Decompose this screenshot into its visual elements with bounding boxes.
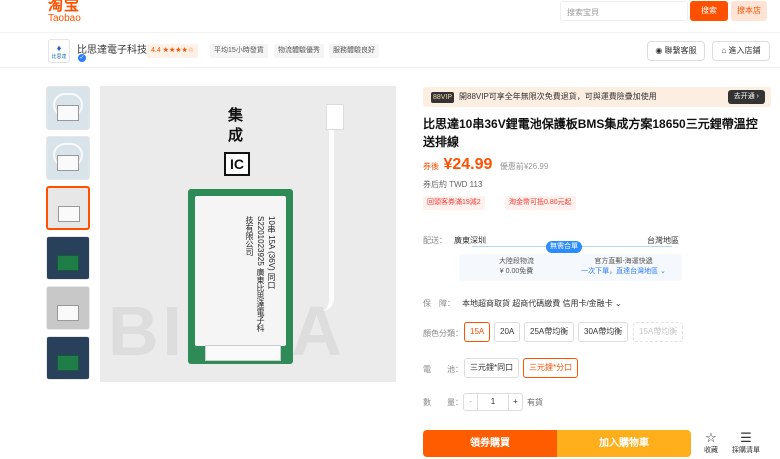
vip-text: 開88VIP可享全年無限次免費退貨，可與運費險疊加使用: [459, 92, 657, 101]
shop-name[interactable]: 比思達電子科技: [77, 41, 147, 56]
vip-badge: 88VIP: [431, 92, 455, 103]
official-shipping-title: 官方直郵-海運快遞: [594, 258, 653, 265]
mainland-logistics-value: ¥ 0.00免費: [499, 268, 534, 275]
thumbnail-5[interactable]: [46, 286, 90, 330]
list-icon: ☰: [740, 430, 752, 445]
quantity-input[interactable]: 1: [478, 394, 508, 410]
shop-bar: ♦ 比思達 比思達電子科技 ✓ 4.4 ★★★★☆ 平均15小時發貨 物流體驗優…: [0, 32, 780, 68]
thumbnail-1[interactable]: [46, 86, 90, 130]
main-product-image[interactable]: BISDA 集成 IC 10串 15A (36V) 同口 S2201023925…: [100, 86, 396, 382]
vip-banner: 88VIP 開88VIP可享全年無限次免費退貨，可與運費險疊加使用 去开通 ›: [423, 87, 771, 107]
thumbnail-6[interactable]: [46, 336, 90, 380]
shop-avatar-text: 比思達: [51, 54, 67, 60]
guarantee-label: 保 障：: [423, 299, 455, 308]
battery-option-same-port[interactable]: 三元鋰*同口: [464, 358, 520, 378]
shop-tag-logistics: 物流體驗優秀: [274, 44, 324, 58]
store-search-button[interactable]: 搜本店: [731, 1, 767, 21]
board-connector: [205, 345, 281, 361]
shop-rating: 4.4 ★★★★☆: [147, 44, 199, 58]
logo-chinese: 淘宝: [48, 0, 81, 14]
search-button[interactable]: 搜索: [690, 1, 728, 21]
vip-open-button[interactable]: 去开通 ›: [727, 90, 765, 104]
purchase-list-button[interactable]: ☰ 採購清單: [729, 431, 763, 455]
product-title: 比思達10串36V鋰電池保護板BMS集成方案18650三元鋰帶溫控送排線: [423, 117, 758, 149]
guarantee-text[interactable]: 本地超商取貨 超商代碼繳費 信用卡/金融卡 ⌄: [462, 298, 622, 309]
board-label: 10串 15A (36V) 同口 S2201023925 廣東比思達電子科技有限…: [245, 216, 276, 333]
quantity-stepper: - 1 +: [463, 393, 523, 411]
image-caption-ic: IC: [224, 152, 250, 176]
thumbnail-2[interactable]: [46, 136, 90, 180]
color-option-30a-balance[interactable]: 30A帶均衡: [578, 322, 629, 342]
shop-tag-service: 服務體驗良好: [329, 44, 379, 58]
contact-service-label: 聯繫客服: [664, 46, 697, 55]
purchase-list-label: 採購清單: [732, 447, 760, 454]
shop-avatar[interactable]: ♦ 比思達: [48, 39, 70, 63]
contact-service-button[interactable]: ◉ 聯繫客服: [647, 41, 705, 61]
color-option-25a-balance[interactable]: 25A帶均衡: [524, 322, 575, 342]
enter-shop-button[interactable]: ⌂ 進入店鋪: [712, 41, 770, 61]
mainland-logistics-title: 大陸段物流: [499, 258, 534, 265]
thumbnail-3[interactable]: [46, 186, 90, 230]
star-icon: ☆: [705, 430, 717, 445]
delivery-label: 配送：: [423, 236, 447, 245]
price-value: ¥24.99: [443, 156, 493, 173]
ship-to[interactable]: 台灣地區: [647, 235, 679, 246]
taobao-logo[interactable]: 淘宝 Taobao: [48, 0, 81, 24]
add-to-cart-button[interactable]: 加入購物車: [557, 430, 691, 457]
ship-from: 廣東深圳: [454, 236, 486, 245]
search-input[interactable]: 搜索宝貝: [560, 1, 688, 21]
color-label: 顏色分類：: [423, 329, 463, 338]
coupon-returning[interactable]: 回頭客券滿19減2: [423, 196, 485, 210]
color-option-15a[interactable]: 15A: [464, 322, 491, 342]
favorite-button[interactable]: ☆ 收藏: [694, 431, 728, 455]
quantity-increase-button[interactable]: +: [508, 394, 522, 410]
thumbnail-gallery: [46, 86, 92, 386]
color-option-15a-balance: 15A帶均衡: [633, 322, 684, 342]
pcb-board: 10串 15A (36V) 同口 S2201023925 廣東比思達電子科技有限…: [188, 189, 293, 364]
official-shipping-value[interactable]: 一次下單，直達台灣地區 ⌄: [571, 267, 676, 277]
shop-tag-shipping: 平均15小時發貨: [210, 44, 268, 58]
price-label: 券後: [423, 162, 439, 171]
after-coupon-price: 券后約 TWD 113: [423, 180, 483, 189]
verified-icon: ✓: [78, 54, 86, 62]
shop-logo-mark-icon: ♦: [56, 43, 62, 53]
top-bar: 淘宝 Taobao 搜索宝貝 搜索 搜本店: [0, 0, 780, 26]
coupon-taojinbi[interactable]: 淘金幣可抵0.80元起: [505, 196, 576, 210]
thumbnail-4[interactable]: [46, 236, 90, 280]
price-row: 券後 ¥24.99 優惠前¥26.99: [423, 156, 548, 176]
battery-label: 電 池：: [423, 365, 463, 374]
quantity-label: 數 量：: [423, 398, 463, 407]
shipping-details: 大陸段物流 ¥ 0.00免費 官方直郵-海運快遞 一次下單，直達台灣地區 ⌄: [459, 254, 682, 281]
battery-option-separate-port[interactable]: 三元鋰*分口: [523, 358, 579, 378]
image-caption-integrated: 集成: [228, 107, 244, 144]
color-option-20a[interactable]: 20A: [494, 322, 521, 342]
chat-icon: ◉: [655, 46, 663, 55]
favorite-label: 收藏: [704, 447, 718, 454]
sensor-wire: [322, 126, 334, 311]
temperature-sensor: [326, 104, 344, 130]
enter-shop-label: 進入店鋪: [728, 46, 761, 55]
logo-english: Taobao: [48, 13, 81, 24]
ship-badge: 無需合單: [546, 241, 582, 253]
store-icon: ⌂: [721, 46, 727, 55]
original-price: 優惠前¥26.99: [499, 162, 549, 171]
quantity-decrease-button[interactable]: -: [464, 394, 478, 410]
stock-status: 有貨: [527, 398, 543, 407]
buy-now-button[interactable]: 領券購買: [423, 430, 557, 457]
